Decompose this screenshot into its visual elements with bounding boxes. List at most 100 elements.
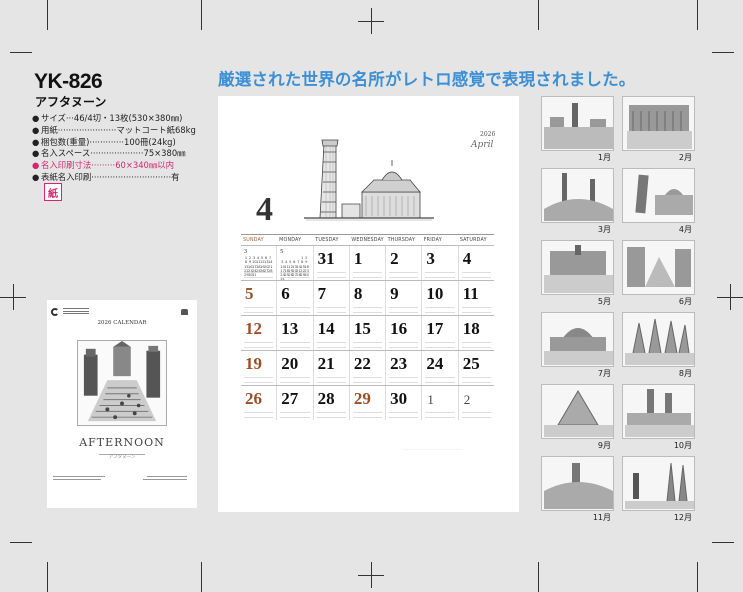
spec-label: 表紙名入印刷 xyxy=(41,171,92,182)
crop-mark xyxy=(712,52,734,53)
cover-illustration xyxy=(77,340,167,426)
memo-line xyxy=(389,312,419,313)
cover-footer-text xyxy=(53,476,191,482)
memo-line xyxy=(461,382,491,383)
day-cell: 2 xyxy=(459,386,494,420)
product-name: アフタヌーン xyxy=(35,95,107,109)
brand-logo xyxy=(51,308,59,316)
mini-calendar: 3 1 2 3 4 5 6 7 8 9 10 11 12 13 14 15 16 17 18 19 20 21 22 23 24… xyxy=(244,249,273,277)
day-cell: 1 xyxy=(350,246,387,280)
memo-line xyxy=(389,382,419,383)
week-row: 26 27 28 29 30 1 2 xyxy=(241,385,494,420)
thumbnail-label: 8月 xyxy=(678,369,692,378)
month-number: 4 xyxy=(256,191,273,228)
month-thumbnail xyxy=(622,168,695,223)
week-row: 19 20 21 22 23 24 25 xyxy=(241,350,494,385)
memo-line xyxy=(244,307,274,308)
spec-row: ● 名入スペース ···················· 75×380㎜ xyxy=(32,148,212,160)
landmark-sketch xyxy=(544,173,613,221)
month-thumbnail xyxy=(541,456,614,511)
day-number: 2 xyxy=(390,249,399,268)
day-cell: 17 xyxy=(422,316,459,350)
thumbnail-label: 4月 xyxy=(678,225,692,234)
cover-header-lines xyxy=(63,308,89,315)
day-cell: 30 xyxy=(386,386,423,420)
day-cell: 13 xyxy=(277,316,314,350)
bullet-icon: ● xyxy=(32,148,40,159)
crop-mark xyxy=(10,542,32,543)
day-number: 24 xyxy=(426,354,444,373)
landmark-sketch xyxy=(625,462,694,509)
day-number: 4 xyxy=(462,249,472,268)
day-cell: 21 xyxy=(314,351,350,385)
memo-line xyxy=(316,312,346,313)
spec-value: 100冊(24kg) xyxy=(124,136,176,147)
memo-line xyxy=(280,417,310,418)
day-number: 1 xyxy=(353,249,363,268)
day-number: 1 xyxy=(427,392,434,407)
day-number: 21 xyxy=(317,354,335,373)
day-number: 26 xyxy=(245,389,262,408)
memo-line xyxy=(461,377,491,378)
memo-line xyxy=(352,347,383,348)
day-cell: 6 xyxy=(277,281,314,315)
bullet-icon: ● xyxy=(32,160,40,171)
day-number: 13 xyxy=(281,319,299,338)
lighthouse-icon xyxy=(181,309,188,315)
day-cell: 11 xyxy=(459,281,494,315)
memo-line xyxy=(461,347,491,348)
memo-line xyxy=(389,377,419,378)
crop-mark xyxy=(697,562,698,592)
spec-list: ● サイズ ··· 46/4切・13枚(530×380㎜) ● 用紙 ···········… xyxy=(32,113,212,184)
day-number: 3 xyxy=(426,249,435,268)
memo-line xyxy=(461,307,491,308)
memo-line xyxy=(280,272,310,273)
memo-line xyxy=(280,412,310,413)
memo-line xyxy=(352,312,383,313)
spec-dots: ··· xyxy=(65,113,74,123)
crop-mark xyxy=(13,284,14,310)
day-cell: 5 1 2 3 4 5 6 7 8 9 10 11 12 13 14 15 16 17 18 19 20 21 22 23 24… xyxy=(277,246,314,281)
month-thumbnail xyxy=(541,96,614,151)
day-cell: 9 xyxy=(386,281,423,315)
day-cell: 25 xyxy=(459,351,494,385)
month-thumbnail xyxy=(622,312,695,367)
month-thumbnail xyxy=(622,240,695,295)
memo-line xyxy=(316,377,346,378)
spec-row: ● サイズ ··· 46/4切・13枚(530×380㎜) xyxy=(32,113,212,125)
weekday-header: SUNDAY MONDAY TUESDAY WEDNESDAY THURSDAY FRID… xyxy=(241,234,494,245)
landmark-sketch xyxy=(627,247,691,287)
day-cell: 27 xyxy=(277,386,314,420)
day-cell: 31 xyxy=(314,246,350,280)
spec-label: サイズ xyxy=(41,113,66,123)
day-number: 6 xyxy=(281,284,290,303)
spec-dots: ···················· xyxy=(90,148,144,159)
memo-line xyxy=(425,412,455,413)
crop-mark xyxy=(10,52,32,53)
day-cell: 3 xyxy=(422,246,459,280)
month-thumbnail xyxy=(622,384,695,439)
memo-line xyxy=(352,417,383,418)
thumbnail-label: 1月 xyxy=(597,153,611,162)
day-cell: 24 xyxy=(422,351,459,385)
landmark-sketch xyxy=(635,174,693,215)
spec-row: ● 名入印刷寸法 ········· 60×340㎜以内 xyxy=(32,160,212,172)
day-number: 12 xyxy=(245,319,262,338)
day-cell: 8 xyxy=(350,281,387,315)
crop-mark xyxy=(697,0,698,30)
crop-mark xyxy=(730,284,731,310)
memo-line xyxy=(425,382,455,383)
day-number: 29 xyxy=(353,389,371,408)
day-cell: 4 xyxy=(459,246,494,280)
weekday-label: WEDNESDAY xyxy=(351,238,384,243)
spec-row: ● 梱包数(重量) ············· 100冊(24kg) xyxy=(32,137,212,149)
day-cell: 2 xyxy=(386,246,423,280)
day-cell: 3 1 2 3 4 5 6 7 8 9 10 11 12 13 14 15 16 17 18 19 20 21 22 23 24… xyxy=(241,246,278,280)
day-cell: 22 xyxy=(350,351,387,385)
day-number: 10 xyxy=(426,284,444,303)
thumbnail-label: 3月 xyxy=(597,225,611,234)
day-number: 8 xyxy=(353,284,363,303)
memo-line xyxy=(316,272,346,273)
spec-row: ● 表紙名入印刷 ······························ 有 xyxy=(32,172,212,184)
landmark-sketch xyxy=(544,245,613,293)
